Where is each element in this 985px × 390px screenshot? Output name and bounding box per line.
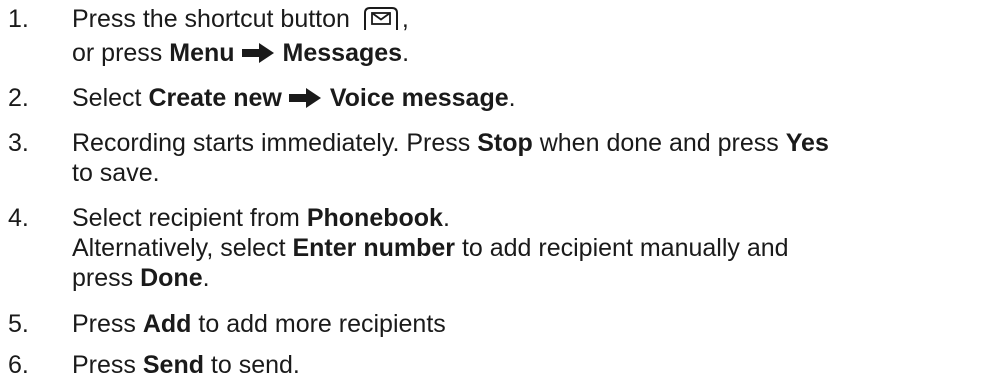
enter-number-keyword: Enter number: [292, 234, 455, 262]
step-text: Press Send to send.: [72, 350, 977, 380]
step-text-segment: when done and press: [532, 129, 786, 157]
stop-keyword: Stop: [477, 129, 533, 157]
step-number: 3.: [8, 129, 29, 157]
step-text-segment: ,: [401, 5, 409, 33]
step-line: or press Menu Messages.: [72, 38, 977, 71]
step-line: press Done.: [72, 263, 977, 293]
step-text-segment: .: [402, 39, 410, 67]
step-text: Press the shortcut button , or press Men…: [72, 4, 977, 71]
step-text-segment: Press: [72, 351, 143, 379]
right-arrow-icon: [241, 41, 275, 71]
step-line: Select recipient from Phonebook.: [72, 203, 977, 233]
step-text-segment: Press the shortcut button: [72, 5, 357, 33]
send-keyword: Send: [142, 351, 204, 379]
step-text-segment: Alternatively, select: [72, 234, 293, 262]
step-text-segment: Press: [72, 310, 143, 338]
step-number: 5.: [8, 310, 29, 338]
done-keyword: Done: [140, 264, 203, 292]
step-line: Press Add to add more recipients: [72, 309, 977, 339]
step-text-segment: .: [202, 264, 210, 292]
step-line: Recording starts immediately. Press Stop…: [72, 128, 977, 158]
step-number: 2.: [8, 84, 29, 112]
step-text-segment: or press: [72, 39, 170, 67]
step-text-segment: to add recipient manually and: [455, 234, 789, 262]
step-line: to save.: [72, 159, 160, 187]
step-text-segment: .: [442, 204, 450, 232]
step-line: Alternatively, select Enter number to ad…: [72, 233, 977, 263]
step-text-segment: Select recipient from: [72, 204, 307, 232]
messages-keyword: Messages: [282, 39, 403, 67]
step-line: Press the shortcut button ,: [72, 4, 977, 38]
voice-message-keyword: Voice message: [329, 84, 509, 112]
yes-keyword: Yes: [785, 129, 829, 157]
step-text: Select recipient from Phonebook. Alterna…: [72, 203, 977, 293]
step-text-segment: .: [508, 84, 516, 112]
envelope-key-icon: [361, 5, 401, 38]
menu-keyword: Menu: [169, 39, 235, 67]
step-number: 1.: [8, 5, 29, 33]
step-text: Press Add to add more recipients: [72, 309, 977, 339]
step-text-segment: press: [72, 264, 141, 292]
step-number: 6.: [8, 351, 29, 379]
step-text: Select Create new Voice message.: [72, 83, 977, 116]
step-text-segment: to send.: [203, 351, 300, 379]
step-text-segment: Select: [72, 84, 149, 112]
step-text-segment: Recording starts immediately. Press: [72, 129, 478, 157]
step-number: 4.: [8, 204, 29, 232]
add-keyword: Add: [142, 310, 192, 338]
step-text: Recording starts immediately. Press Stop…: [72, 128, 977, 188]
create-new-keyword: Create new: [148, 84, 282, 112]
phonebook-keyword: Phonebook: [306, 204, 443, 232]
step-line: Press Send to send.: [72, 350, 977, 380]
right-arrow-icon: [288, 86, 322, 116]
step-line: Select Create new Voice message.: [72, 83, 977, 116]
step-text-segment: to add more recipients: [191, 310, 446, 338]
